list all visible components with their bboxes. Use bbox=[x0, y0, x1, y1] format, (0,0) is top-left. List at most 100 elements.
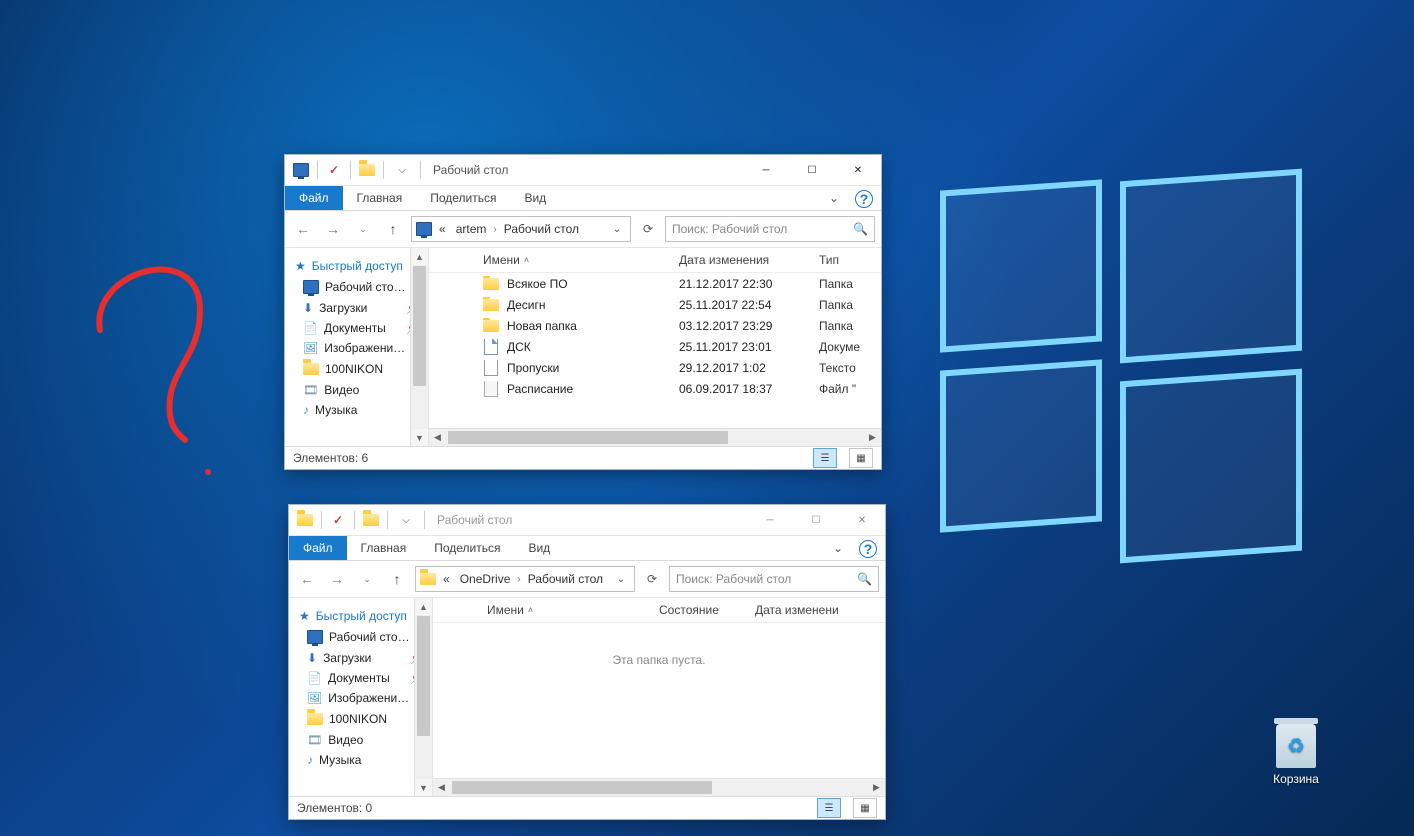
breadcrumb-2[interactable]: Рабочий стол bbox=[525, 572, 606, 586]
search-icon[interactable]: 🔍 bbox=[853, 222, 868, 236]
minimize-button[interactable]: ─ bbox=[743, 155, 789, 185]
address-dropdown[interactable]: ⌄ bbox=[608, 218, 626, 240]
file-row[interactable]: Пропуски29.12.2017 1:02Тексто bbox=[429, 357, 881, 378]
nav-up-button[interactable]: ↑ bbox=[385, 567, 409, 591]
refresh-button[interactable]: ⟳ bbox=[637, 218, 659, 240]
navigation-pane[interactable]: ★ Быстрый доступ Рабочий сто… 📌 ⬇ Загруз… bbox=[289, 598, 432, 796]
view-details-button[interactable]: ☰ bbox=[817, 798, 841, 818]
tab-share[interactable]: Поделиться bbox=[420, 536, 514, 560]
sidebar-quick-access[interactable]: ★ Быстрый доступ bbox=[285, 256, 428, 276]
navigation-pane[interactable]: ★ Быстрый доступ Рабочий сто… 📌 ⬇ Загруз… bbox=[285, 248, 428, 446]
maximize-button[interactable]: ☐ bbox=[793, 505, 839, 535]
sidebar-item-music[interactable]: ♪ Музыка bbox=[285, 400, 428, 420]
filelist-hscrollbar[interactable]: ◀ ▶ bbox=[433, 778, 885, 796]
tab-home[interactable]: Главная bbox=[347, 536, 421, 560]
titlebar[interactable]: ✓ ⌵ Рабочий стол ─ ☐ ✕ bbox=[289, 505, 885, 536]
help-icon[interactable]: ? bbox=[855, 190, 873, 208]
ribbon-expand-icon[interactable]: ⌄ bbox=[821, 186, 847, 210]
nav-back-button[interactable]: ← bbox=[295, 567, 319, 591]
nav-history-button[interactable]: ⌄ bbox=[355, 567, 379, 591]
tab-file[interactable]: Файл bbox=[289, 536, 347, 560]
tab-file[interactable]: Файл bbox=[285, 186, 343, 210]
breadcrumb-prefix[interactable]: « bbox=[440, 572, 453, 586]
close-button[interactable]: ✕ bbox=[839, 505, 885, 535]
desktop-wallpaper[interactable]: Корзина ✓ ⌵ Рабочий стол ─ ☐ ✕ Файл Глав… bbox=[0, 0, 1414, 836]
sidebar-item-downloads[interactable]: ⬇ Загрузки 📌 bbox=[285, 298, 428, 318]
qat-customize-icon[interactable]: ⌵ bbox=[392, 162, 412, 178]
refresh-button[interactable]: ⟳ bbox=[641, 568, 663, 590]
qat-folder-icon-2[interactable] bbox=[363, 512, 379, 528]
qat-properties-icon[interactable]: ✓ bbox=[330, 512, 346, 528]
breadcrumb-prefix[interactable]: « bbox=[436, 222, 449, 236]
sidebar-item-documents[interactable]: 📄 Документы 📌 bbox=[289, 668, 432, 688]
qat-folder-icon[interactable] bbox=[359, 162, 375, 178]
col-state-header[interactable]: Состояние bbox=[649, 603, 745, 617]
col-name-header[interactable]: Имени˄ bbox=[477, 603, 649, 617]
file-row[interactable]: Всякое ПО21.12.2017 22:30Папка bbox=[429, 273, 881, 294]
sidebar-item-folder[interactable]: 100NIKON bbox=[285, 358, 428, 380]
minimize-button[interactable]: ─ bbox=[747, 505, 793, 535]
col-name-header[interactable]: Имени˄ bbox=[473, 253, 669, 267]
nav-history-button[interactable]: ⌄ bbox=[351, 217, 375, 241]
file-list[interactable]: Имени˄ Состояние Дата изменени Эта папка… bbox=[432, 598, 885, 796]
address-bar[interactable]: « artem › Рабочий стол ⌄ bbox=[411, 216, 631, 242]
sidebar-item-pictures[interactable]: 🖼 Изображени… 📌 bbox=[285, 338, 428, 358]
titlebar[interactable]: ✓ ⌵ Рабочий стол ─ ☐ ✕ bbox=[285, 155, 881, 186]
address-dropdown[interactable]: ⌄ bbox=[612, 568, 630, 590]
explorer-window-2[interactable]: ✓ ⌵ Рабочий стол ─ ☐ ✕ Файл Главная Поде… bbox=[288, 504, 886, 820]
sidebar-scrollbar[interactable]: ▲ ▼ bbox=[410, 248, 428, 446]
breadcrumb-2[interactable]: Рабочий стол bbox=[501, 222, 582, 236]
chevron-right-icon[interactable]: › bbox=[517, 574, 520, 585]
qat-properties-icon[interactable]: ✓ bbox=[326, 162, 342, 178]
file-row[interactable]: Десигн25.11.2017 22:54Папка bbox=[429, 294, 881, 315]
filelist-hscrollbar[interactable]: ◀ ▶ bbox=[429, 428, 881, 446]
sidebar-item-desktop[interactable]: Рабочий сто… 📌 bbox=[285, 276, 428, 298]
nav-up-button[interactable]: ↑ bbox=[381, 217, 405, 241]
view-icons-button[interactable]: ▦ bbox=[853, 798, 877, 818]
col-date-header[interactable]: Дата изменени bbox=[745, 603, 885, 617]
gen-icon bbox=[483, 381, 499, 397]
tab-view[interactable]: Вид bbox=[510, 186, 560, 210]
ribbon-expand-icon[interactable]: ⌄ bbox=[825, 536, 851, 560]
file-row[interactable]: Расписание06.09.2017 18:37Файл " bbox=[429, 378, 881, 399]
sidebar-item-downloads[interactable]: ⬇ Загрузки 📌 bbox=[289, 648, 432, 668]
file-row[interactable]: ДСК25.11.2017 23:01Докуме bbox=[429, 336, 881, 357]
search-input[interactable]: Поиск: Рабочий стол 🔍 bbox=[665, 216, 875, 242]
search-input[interactable]: Поиск: Рабочий стол 🔍 bbox=[669, 566, 879, 592]
sidebar-item-pictures[interactable]: 🖼 Изображени… 📌 bbox=[289, 688, 432, 708]
help-icon[interactable]: ? bbox=[859, 540, 877, 558]
tab-share[interactable]: Поделиться bbox=[416, 186, 510, 210]
col-type-header[interactable]: Тип bbox=[809, 253, 881, 267]
sidebar-item-folder[interactable]: 100NIKON bbox=[289, 708, 432, 730]
sidebar-quick-access[interactable]: ★ Быстрый доступ bbox=[289, 606, 432, 626]
sidebar-item-videos[interactable]: 🎞 Видео bbox=[285, 380, 428, 400]
qat-customize-icon[interactable]: ⌵ bbox=[396, 512, 416, 528]
system-menu-icon[interactable] bbox=[293, 162, 309, 178]
tab-view[interactable]: Вид bbox=[514, 536, 564, 560]
sidebar-item-music[interactable]: ♪ Музыка bbox=[289, 750, 432, 770]
file-list[interactable]: Имени˄ Дата изменения Тип Всякое ПО21.12… bbox=[428, 248, 881, 446]
maximize-button[interactable]: ☐ bbox=[789, 155, 835, 185]
view-details-button[interactable]: ☰ bbox=[813, 448, 837, 468]
file-row[interactable]: Новая папка03.12.2017 23:29Папка bbox=[429, 315, 881, 336]
breadcrumb-1[interactable]: OneDrive bbox=[457, 572, 514, 586]
sidebar-item-documents[interactable]: 📄 Документы 📌 bbox=[285, 318, 428, 338]
sidebar-item-desktop[interactable]: Рабочий сто… 📌 bbox=[289, 626, 432, 648]
tab-home[interactable]: Главная bbox=[343, 186, 417, 210]
sidebar-item-videos[interactable]: 🎞 Видео bbox=[289, 730, 432, 750]
nav-forward-button[interactable]: → bbox=[321, 217, 345, 241]
chevron-right-icon[interactable]: › bbox=[493, 224, 496, 235]
nav-forward-button[interactable]: → bbox=[325, 567, 349, 591]
explorer-window-1[interactable]: ✓ ⌵ Рабочий стол ─ ☐ ✕ Файл Главная Поде… bbox=[284, 154, 882, 470]
address-bar[interactable]: « OneDrive › Рабочий стол ⌄ bbox=[415, 566, 635, 592]
close-button[interactable]: ✕ bbox=[835, 155, 881, 185]
nav-back-button[interactable]: ← bbox=[291, 217, 315, 241]
search-icon[interactable]: 🔍 bbox=[857, 572, 872, 586]
column-headers: Имени˄ Дата изменения Тип bbox=[429, 248, 881, 273]
sidebar-scrollbar[interactable]: ▲ ▼ bbox=[414, 598, 432, 796]
col-date-header[interactable]: Дата изменения bbox=[669, 253, 809, 267]
recycle-bin[interactable]: Корзина bbox=[1258, 724, 1334, 786]
view-icons-button[interactable]: ▦ bbox=[849, 448, 873, 468]
breadcrumb-1[interactable]: artem bbox=[453, 222, 490, 236]
qat-folder-icon[interactable] bbox=[297, 512, 313, 528]
